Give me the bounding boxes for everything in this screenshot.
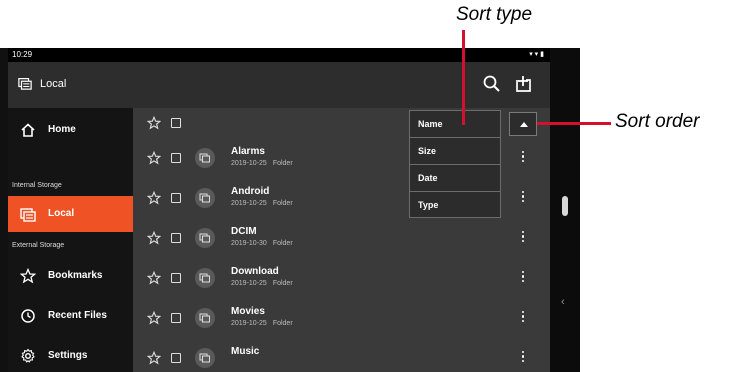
folder-icon xyxy=(195,268,215,288)
file-kind: Folder xyxy=(272,280,293,287)
file-name: Movies xyxy=(231,306,265,317)
file-date: 2019-10-30 xyxy=(231,240,267,247)
row-checkbox[interactable] xyxy=(171,193,181,203)
file-meta: 2019-10-30 Folder xyxy=(231,240,293,247)
file-kind: Folder xyxy=(272,240,293,247)
file-meta xyxy=(231,360,237,367)
local-storage-icon xyxy=(20,208,36,222)
folder-icon xyxy=(195,308,215,328)
sort-option-date[interactable]: Date xyxy=(410,165,500,192)
more-options-icon[interactable] xyxy=(521,151,525,165)
file-meta: 2019-10-25 Folder xyxy=(231,280,293,287)
file-name: Alarms xyxy=(231,146,265,157)
file-name: Music xyxy=(231,346,260,357)
star-icon[interactable] xyxy=(147,351,161,365)
file-meta: 2019-10-25 Folder xyxy=(231,160,293,167)
file-kind: Folder xyxy=(272,320,293,327)
status-bar: 10:29 ▾ ▾ ▮ xyxy=(8,48,550,62)
table-row[interactable]: DCIM 2019-10-30 Folder xyxy=(133,218,550,258)
page-title: Local xyxy=(40,78,67,90)
status-time: 10:29 xyxy=(12,50,33,59)
search-icon[interactable] xyxy=(482,74,502,94)
sort-order-callout: Sort order xyxy=(615,111,700,132)
star-icon[interactable] xyxy=(147,271,161,285)
clock-icon xyxy=(21,309,35,323)
sort-type-callout-line xyxy=(462,30,465,125)
app-bar: Local xyxy=(8,62,550,108)
sort-option-type[interactable]: Type xyxy=(410,192,500,219)
table-row[interactable]: Music xyxy=(133,338,550,372)
more-options-icon[interactable] xyxy=(521,271,525,285)
file-name: Android xyxy=(231,186,270,197)
chevron-left-icon[interactable]: ‹ xyxy=(561,296,565,308)
home-icon xyxy=(21,123,35,137)
row-checkbox[interactable] xyxy=(171,313,181,323)
folder-icon xyxy=(195,348,215,368)
select-all-checkbox[interactable] xyxy=(171,118,181,128)
sidebar-item-label: Home xyxy=(48,124,76,135)
star-icon[interactable] xyxy=(147,116,161,130)
more-options-icon[interactable] xyxy=(521,351,525,365)
file-date: 2019-10-25 xyxy=(231,280,267,287)
manual-figure: 10:29 ▾ ▾ ▮ Local Home Internal Storage … xyxy=(0,0,736,372)
file-name: Download xyxy=(231,266,279,277)
row-checkbox[interactable] xyxy=(171,153,181,163)
star-icon[interactable] xyxy=(147,231,161,245)
sidebar-item-label: Settings xyxy=(48,350,88,361)
folder-icon xyxy=(195,188,215,208)
more-options-icon[interactable] xyxy=(521,191,525,205)
sidebar-item-label: Local xyxy=(48,208,75,219)
file-date: 2019-10-25 xyxy=(231,160,267,167)
star-icon[interactable] xyxy=(147,311,161,325)
folder-icon xyxy=(195,228,215,248)
row-checkbox[interactable] xyxy=(171,233,181,243)
more-options-icon[interactable] xyxy=(521,231,525,245)
file-name: DCIM xyxy=(231,226,257,237)
file-meta: 2019-10-25 Folder xyxy=(231,200,293,207)
gear-icon xyxy=(21,348,35,363)
star-icon xyxy=(20,268,36,284)
row-checkbox[interactable] xyxy=(171,273,181,283)
status-icons: ▾ ▾ ▮ xyxy=(529,51,544,58)
file-kind: Folder xyxy=(272,200,293,207)
sidebar-item-local[interactable]: Local xyxy=(8,196,133,232)
sort-ascending-icon xyxy=(520,122,528,127)
sort-order-button[interactable] xyxy=(509,112,537,136)
star-icon[interactable] xyxy=(147,151,161,165)
sort-order-callout-line xyxy=(537,122,611,125)
local-storage-icon xyxy=(18,78,32,90)
sort-type-callout: Sort type xyxy=(456,4,533,25)
sort-option-name[interactable]: Name xyxy=(410,111,500,138)
row-checkbox[interactable] xyxy=(171,353,181,363)
table-row[interactable]: Download 2019-10-25 Folder xyxy=(133,258,550,298)
sidebar-item-label: Recent Files xyxy=(48,310,107,321)
external-storage-heading: External Storage xyxy=(12,242,65,249)
sidebar-item-settings[interactable]: Settings xyxy=(8,338,133,372)
file-kind: Folder xyxy=(272,160,293,167)
sidebar-item-recent-files[interactable]: Recent Files xyxy=(8,298,133,334)
scrollbar-thumb[interactable] xyxy=(562,196,568,216)
sort-option-size[interactable]: Size xyxy=(410,138,500,165)
sidebar-item-label: Bookmarks xyxy=(48,270,103,281)
internal-storage-heading: Internal Storage xyxy=(12,182,62,189)
add-folder-icon[interactable] xyxy=(514,74,534,94)
star-icon[interactable] xyxy=(147,191,161,205)
folder-icon xyxy=(195,148,215,168)
file-meta: 2019-10-25 Folder xyxy=(231,320,293,327)
file-date: 2019-10-25 xyxy=(231,200,267,207)
sidebar: Home Internal Storage Local External Sto… xyxy=(8,108,133,372)
table-row[interactable]: Movies 2019-10-25 Folder xyxy=(133,298,550,338)
sidebar-item-home[interactable]: Home xyxy=(8,108,133,152)
file-date: 2019-10-25 xyxy=(231,320,267,327)
more-options-icon[interactable] xyxy=(521,311,525,325)
sort-type-dropdown[interactable]: Name Size Date Type xyxy=(409,110,501,218)
sidebar-item-bookmarks[interactable]: Bookmarks xyxy=(8,258,133,294)
